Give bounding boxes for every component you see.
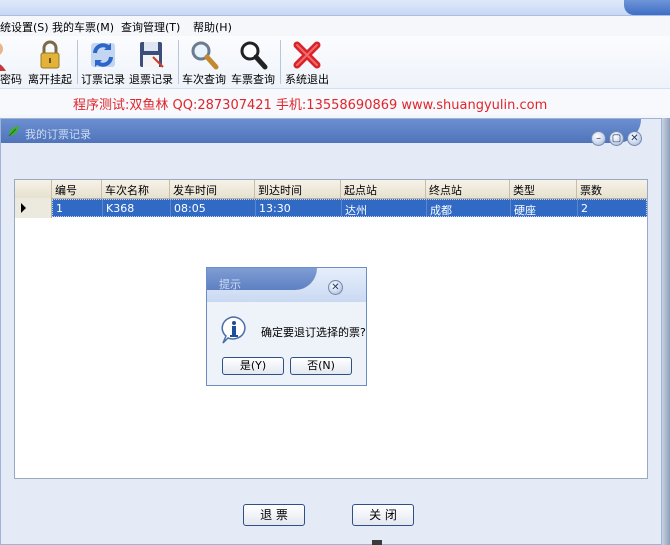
- tool-booking-records-button[interactable]: 订票记录: [80, 36, 126, 88]
- cell-to-station: 成都: [430, 204, 452, 217]
- no-button[interactable]: 否(N): [290, 357, 352, 375]
- toolbar-separator: [280, 40, 281, 84]
- cell-id: 1: [56, 202, 63, 215]
- column-header-to-station[interactable]: 终点站: [429, 182, 462, 198]
- tool-label: 系统退出: [285, 73, 329, 86]
- column-header-train-name[interactable]: 车次名称: [105, 182, 149, 198]
- child-title-bar: 我的订票记录 – ▢ ✕: [1, 119, 663, 156]
- dialog-title-text: 提示: [219, 278, 241, 291]
- column-header-depart-time[interactable]: 发车时间: [173, 182, 217, 198]
- tool-label: 退票记录: [129, 73, 173, 86]
- banner: 程序测试:双鱼林 QQ:287307421 手机:13558690869 www…: [0, 89, 670, 115]
- confirm-dialog: 提示 ✕ 确定要退订选择的票? 是(Y) 否(N): [206, 267, 367, 386]
- menu-my-tickets[interactable]: 我的车票(M): [52, 19, 114, 35]
- padlock-icon: [40, 40, 60, 69]
- main-title-bar: [0, 0, 670, 16]
- column-header-ticket-count[interactable]: 票数: [580, 182, 602, 198]
- banner-text: 程序测试:双鱼林 QQ:287307421 手机:13558690869 www…: [73, 98, 548, 113]
- tool-ticket-query-button[interactable]: 车票查询: [230, 36, 276, 88]
- close-button[interactable]: 关 闭: [352, 504, 414, 526]
- red-x-exit-icon: [293, 41, 321, 69]
- dialog-message: 确定要退订选择的票?: [261, 326, 366, 339]
- column-header-arrive-time[interactable]: 到达时间: [258, 182, 302, 198]
- refresh-arrows-icon: [91, 43, 115, 67]
- grid-header: 编号 车次名称 发车时间 到达时间 起点站 终点站 类型 票数: [15, 180, 647, 199]
- menu-help[interactable]: 帮助(H): [193, 19, 232, 35]
- tool-label: 订票记录: [81, 73, 125, 86]
- table-row[interactable]: 1 K368 08:05 13:30 达州 成都 硬座 2: [52, 199, 647, 217]
- tool-label: 离开挂起: [28, 73, 72, 86]
- magnifier-icon: [191, 41, 219, 70]
- cell-from-station: 达州: [345, 204, 367, 217]
- tool-exit-button[interactable]: 系统退出: [284, 36, 330, 88]
- column-header-seat-type[interactable]: 类型: [513, 182, 535, 198]
- floppy-save-icon: [140, 42, 164, 68]
- cell-depart-time: 08:05: [174, 202, 206, 215]
- toolbar-separator: [77, 40, 78, 84]
- restore-button[interactable]: ▢: [609, 131, 624, 146]
- row-selector[interactable]: [15, 198, 52, 218]
- cell-ticket-count: 2: [581, 202, 588, 215]
- password-user-icon: [0, 43, 6, 71]
- window-right-edge: [662, 118, 670, 545]
- menu-system-settings[interactable]: 统设置(S): [0, 19, 49, 35]
- tool-label: 车票查询: [231, 73, 275, 86]
- leaf-icon: [8, 126, 19, 137]
- tool-leave-suspend-button[interactable]: 离开挂起: [27, 36, 73, 88]
- child-title-band: [1, 119, 641, 143]
- info-icon: [221, 316, 246, 344]
- tool-label: 车次查询: [182, 73, 226, 86]
- title-bar-edge: [624, 0, 670, 15]
- magnifier-dark-icon: [240, 41, 268, 70]
- column-header-id[interactable]: 编号: [55, 182, 77, 198]
- child-title-text: 我的订票记录: [25, 128, 91, 141]
- dialog-close-button[interactable]: ✕: [328, 280, 343, 295]
- toolbar-separator: [178, 40, 179, 84]
- refund-ticket-button[interactable]: 退 票: [243, 504, 305, 526]
- minimize-button[interactable]: –: [591, 131, 606, 146]
- bottom-edge-mark: [372, 540, 382, 545]
- tool-train-query-button[interactable]: 车次查询: [181, 36, 227, 88]
- cell-train-name: K368: [106, 202, 135, 215]
- cell-seat-type: 硬座: [514, 204, 536, 217]
- menubar: 统设置(S) 我的车票(M) 查询管理(T) 帮助(H): [0, 16, 670, 36]
- tool-label: 密码: [0, 73, 22, 86]
- cell-arrive-time: 13:30: [259, 202, 291, 215]
- close-window-button[interactable]: ✕: [627, 131, 642, 146]
- row-pointer-icon: [21, 203, 26, 213]
- tool-refund-records-button[interactable]: 退票记录: [128, 36, 174, 88]
- column-header-from-station[interactable]: 起点站: [344, 182, 377, 198]
- tool-password-button[interactable]: 密码: [0, 36, 22, 88]
- menu-query-management[interactable]: 查询管理(T): [121, 19, 180, 35]
- yes-button[interactable]: 是(Y): [222, 357, 284, 375]
- toolbar: 密码 离开挂起 订票记录 退票记录 车次查询 车票查询 系统退出: [0, 36, 670, 89]
- dialog-title-bar: 提示 ✕: [207, 268, 366, 302]
